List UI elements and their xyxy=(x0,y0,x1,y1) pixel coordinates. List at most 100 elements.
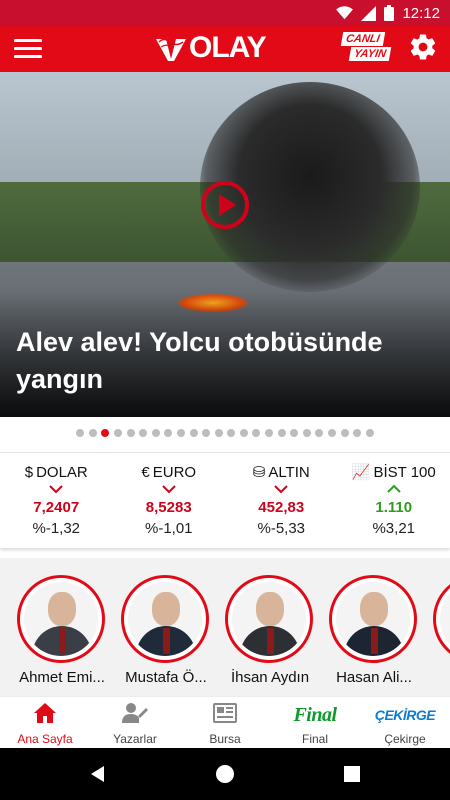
slider-dot[interactable] xyxy=(113,429,122,437)
market-change: %3,21 xyxy=(372,520,416,537)
olay-logo[interactable]: OLAY xyxy=(154,28,267,68)
globe-icon xyxy=(156,38,186,61)
nav-tab-label: Final xyxy=(301,732,328,746)
slider-dot[interactable] xyxy=(88,429,97,437)
slider-dot[interactable] xyxy=(265,429,274,437)
live-label: CANLI xyxy=(340,32,385,46)
author-avatar xyxy=(433,575,450,663)
market-change: %-1,32 xyxy=(32,520,81,537)
market-item[interactable]: 📈 BİST 100 1.110 %3,21 xyxy=(338,453,450,548)
market-ticker: $ DOLAR 7,2407 %-1,32 € EURO 8,5283 %-1,01 ⛁ ALTI… xyxy=(0,452,450,548)
slider-dot[interactable] xyxy=(126,429,135,437)
arrow-down-icon xyxy=(225,484,338,498)
slider-dot[interactable] xyxy=(76,429,85,437)
slider-dot[interactable] xyxy=(214,429,223,437)
final-logo: Final xyxy=(293,703,337,726)
author-name: Gü... xyxy=(428,669,450,686)
play-video-icon[interactable] xyxy=(200,180,250,230)
nav-tab-bursa[interactable]: Bursa xyxy=(180,697,270,749)
nav-tab-yazarlar[interactable]: Yazarlar xyxy=(90,697,180,749)
cellular-signal-icon xyxy=(361,5,377,21)
battery-icon xyxy=(384,5,395,21)
nav-tab-çekirge[interactable]: ÇEKİRGE Çekirge xyxy=(360,697,450,749)
nav-tab-label: Yazarlar xyxy=(113,732,157,746)
slider-pagination xyxy=(0,417,450,449)
arrow-down-icon xyxy=(113,484,226,498)
slider-dot[interactable] xyxy=(239,429,248,437)
slider-dot[interactable] xyxy=(315,429,324,437)
slider-dot[interactable] xyxy=(176,429,185,437)
author-name: Ahmet Emi... xyxy=(19,669,105,686)
slider-dot[interactable] xyxy=(139,429,148,437)
author-card[interactable]: Hasan Ali... xyxy=(328,575,420,686)
slider-dot[interactable] xyxy=(164,429,173,437)
market-name: 📈 BİST 100 xyxy=(351,463,436,482)
system-navigation-bar xyxy=(0,748,450,800)
market-change: %-1,01 xyxy=(144,520,193,537)
wifi-icon xyxy=(336,6,354,20)
gear-icon[interactable] xyxy=(408,32,438,62)
market-name: ⛁ ALTIN xyxy=(252,463,310,482)
slider-dot[interactable] xyxy=(290,429,299,437)
author-card[interactable]: Ahmet Emi... xyxy=(16,575,108,686)
hero-headline[interactable]: Alev alev! Yolcu otobüsünde yangın xyxy=(16,324,436,398)
author-name: Mustafa Ö... xyxy=(125,669,207,686)
dollar-icon: $ xyxy=(24,463,34,481)
author-avatar xyxy=(225,575,313,663)
market-change: %-5,33 xyxy=(257,520,306,537)
market-item[interactable]: $ DOLAR 7,2407 %-1,32 xyxy=(0,453,113,548)
slider-dot[interactable] xyxy=(101,429,110,437)
chart-icon: 📈 xyxy=(351,464,371,481)
author-card[interactable]: Mustafa Ö... xyxy=(120,575,212,686)
author-card[interactable]: Gü... xyxy=(432,575,450,686)
slider-dot[interactable] xyxy=(151,429,160,437)
clock: 12:12 xyxy=(402,4,440,22)
hero-slide[interactable]: Alev alev! Yolcu otobüsünde yangın xyxy=(0,72,450,417)
market-value: 1.110 xyxy=(375,499,413,516)
slider-dot[interactable] xyxy=(328,429,337,437)
gold-coins-icon: ⛁ xyxy=(252,464,266,481)
nav-tab-final[interactable]: Final Final xyxy=(270,697,360,749)
slider-dot[interactable] xyxy=(353,429,362,437)
app-bar: OLAY CANLI YAYIN xyxy=(0,26,450,72)
market-item[interactable]: ⛁ ALTIN 452,83 %-5,33 xyxy=(225,453,338,548)
newspaper-icon xyxy=(213,702,237,728)
arrow-up-icon xyxy=(338,484,450,498)
cekirge-logo: ÇEKİRGE xyxy=(374,707,436,723)
market-value: 452,83 xyxy=(258,499,305,516)
menu-icon-bar xyxy=(14,38,42,42)
authors-carousel: Ahmet Emi... Mustafa Ö... İhsan Aydın Hasan… xyxy=(0,558,450,696)
slider-dot[interactable] xyxy=(365,429,374,437)
slider-dot[interactable] xyxy=(189,429,198,437)
menu-icon-bar xyxy=(14,54,42,58)
market-value: 8,5283 xyxy=(145,499,192,516)
market-name: € EURO xyxy=(141,463,197,481)
slider-dot[interactable] xyxy=(252,429,261,437)
nav-tab-label: Çekirge xyxy=(384,732,426,746)
slider-dot[interactable] xyxy=(202,429,211,437)
menu-icon-bar xyxy=(14,46,42,50)
author-name: İhsan Aydın xyxy=(230,669,310,686)
logo-text: OLAY xyxy=(189,31,267,64)
broadcast-label: YAYIN xyxy=(348,47,392,61)
back-icon[interactable] xyxy=(86,762,110,786)
slider-dot[interactable] xyxy=(277,429,286,437)
author-avatar xyxy=(17,575,105,663)
menu-button[interactable] xyxy=(14,33,42,63)
euro-icon: € xyxy=(141,463,150,481)
bottom-navigation: Ana Sayfa Yazarlar Bursa Final Final ÇEKİRGE Ç… xyxy=(0,696,450,748)
nav-tab-ana-sayfa[interactable]: Ana Sayfa xyxy=(0,697,90,749)
recents-icon[interactable] xyxy=(340,762,364,786)
market-item[interactable]: € EURO 8,5283 %-1,01 xyxy=(113,453,226,548)
slider-dot[interactable] xyxy=(340,429,349,437)
home-icon xyxy=(33,702,57,729)
arrow-down-icon xyxy=(0,484,113,498)
author-card[interactable]: İhsan Aydın xyxy=(224,575,316,686)
slider-dot[interactable] xyxy=(302,429,311,437)
live-broadcast-button[interactable]: CANLI YAYIN xyxy=(340,32,392,66)
home-circle-icon[interactable] xyxy=(213,762,237,786)
market-value: 7,2407 xyxy=(33,499,80,516)
author-name: Hasan Ali... xyxy=(336,669,412,686)
slider-dot[interactable] xyxy=(227,429,236,437)
nav-tab-label: Ana Sayfa xyxy=(17,732,73,746)
